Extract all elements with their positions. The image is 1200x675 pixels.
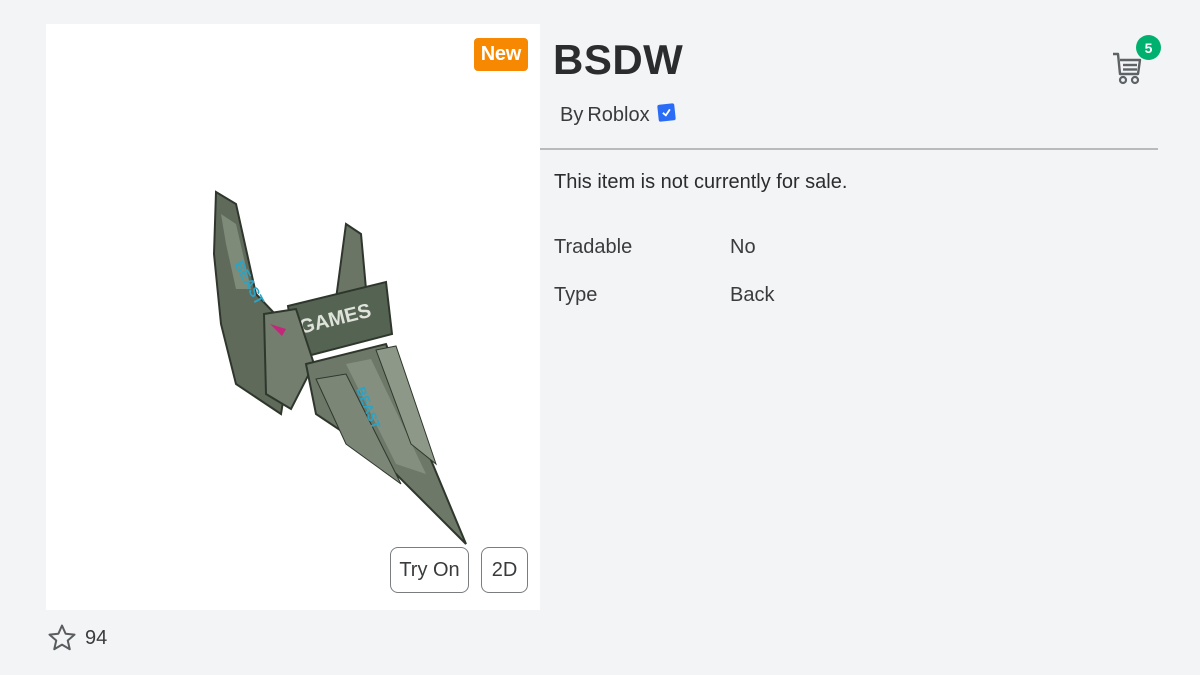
- new-badge: New: [473, 38, 528, 71]
- detail-value: No: [730, 236, 756, 258]
- detail-value: Back: [730, 284, 775, 306]
- creator-prefix: By: [560, 104, 584, 126]
- star-icon: [48, 624, 76, 651]
- item-title: BSDW: [553, 36, 684, 83]
- detail-row-tradable: Tradable No: [554, 236, 756, 259]
- try-on-button[interactable]: Try On: [390, 547, 469, 593]
- view-2d-button[interactable]: 2D: [481, 547, 528, 593]
- item-thumbnail-image: BEAST GAMES BEAST: [212, 190, 467, 545]
- item-thumbnail-panel: New BEAST GAMES BEAST Try On 2D: [46, 24, 540, 610]
- verified-badge-icon: [656, 103, 676, 122]
- creator-link[interactable]: Roblox: [587, 104, 649, 127]
- favorite-button[interactable]: 94: [47, 623, 107, 653]
- creator-line: By Roblox: [560, 103, 676, 127]
- favorite-count: 94: [85, 626, 108, 649]
- detail-label: Tradable: [554, 236, 633, 258]
- detail-label: Type: [554, 284, 598, 306]
- detail-row-type: Type Back: [554, 284, 774, 307]
- header-divider: [540, 148, 1158, 150]
- cart-count-badge: 5: [1136, 35, 1161, 60]
- sale-status: This item is not currently for sale.: [554, 171, 848, 193]
